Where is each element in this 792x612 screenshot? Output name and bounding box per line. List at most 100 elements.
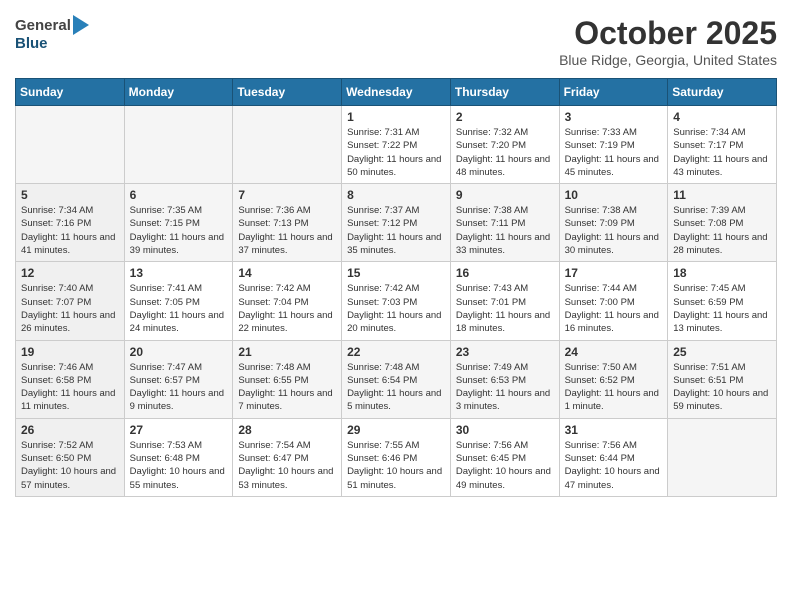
day-info: Sunrise: 7:42 AM Sunset: 7:04 PM Dayligh…	[238, 282, 336, 335]
weekday-header-tuesday: Tuesday	[233, 79, 342, 106]
calendar-cell	[16, 106, 125, 184]
day-info: Sunrise: 7:51 AM Sunset: 6:51 PM Dayligh…	[673, 361, 771, 414]
day-info: Sunrise: 7:33 AM Sunset: 7:19 PM Dayligh…	[565, 126, 663, 179]
day-number: 21	[238, 345, 336, 359]
calendar-week-row: 5 Sunrise: 7:34 AM Sunset: 7:16 PM Daylig…	[16, 184, 777, 262]
logo-blue-text: Blue	[15, 35, 48, 52]
day-info: Sunrise: 7:36 AM Sunset: 7:13 PM Dayligh…	[238, 204, 336, 257]
calendar-cell: 18Sunrise: 7:45 AM Sunset: 6:59 PM Dayli…	[668, 262, 777, 340]
day-info: Sunrise: 7:34 AM Sunset: 7:16 PM Dayligh…	[21, 204, 119, 257]
calendar-cell: 28Sunrise: 7:54 AM Sunset: 6:47 PM Dayli…	[233, 418, 342, 496]
day-info: Sunrise: 7:42 AM Sunset: 7:03 PM Dayligh…	[347, 282, 445, 335]
day-info: Sunrise: 7:44 AM Sunset: 7:00 PM Dayligh…	[565, 282, 663, 335]
page-header: General Blue October 2025 Blue Ridge, Ge…	[15, 15, 777, 68]
calendar-cell: 6 Sunrise: 7:35 AM Sunset: 7:15 PM Daylig…	[124, 184, 233, 262]
day-info: Sunrise: 7:49 AM Sunset: 6:53 PM Dayligh…	[456, 361, 554, 414]
day-number: 31	[565, 423, 663, 437]
weekday-header-monday: Monday	[124, 79, 233, 106]
calendar-cell: 16 Sunrise: 7:43 AM Sunset: 7:01 PM Dayli…	[450, 262, 559, 340]
calendar-cell: 23 Sunrise: 7:49 AM Sunset: 6:53 PM Dayli…	[450, 340, 559, 418]
day-number: 10	[565, 188, 663, 202]
calendar-cell: 4 Sunrise: 7:34 AM Sunset: 7:17 PM Daylig…	[668, 106, 777, 184]
calendar-cell: 14 Sunrise: 7:42 AM Sunset: 7:04 PM Dayli…	[233, 262, 342, 340]
day-number: 13	[130, 266, 228, 280]
weekday-header-row: SundayMondayTuesdayWednesdayThursdayFrid…	[16, 79, 777, 106]
logo-general-text: General	[15, 17, 71, 34]
day-number: 3	[565, 110, 663, 124]
day-info: Sunrise: 7:50 AM Sunset: 6:52 PM Dayligh…	[565, 361, 663, 414]
calendar-cell: 24Sunrise: 7:50 AM Sunset: 6:52 PM Dayli…	[559, 340, 668, 418]
calendar-cell: 1Sunrise: 7:31 AM Sunset: 7:22 PM Daylig…	[342, 106, 451, 184]
day-info: Sunrise: 7:39 AM Sunset: 7:08 PM Dayligh…	[673, 204, 771, 257]
day-number: 9	[456, 188, 554, 202]
calendar-cell: 9 Sunrise: 7:38 AM Sunset: 7:11 PM Daylig…	[450, 184, 559, 262]
day-info: Sunrise: 7:47 AM Sunset: 6:57 PM Dayligh…	[130, 361, 228, 414]
calendar-cell: 29 Sunrise: 7:55 AM Sunset: 6:46 PM Dayli…	[342, 418, 451, 496]
day-number: 22	[347, 345, 445, 359]
day-number: 7	[238, 188, 336, 202]
day-info: Sunrise: 7:34 AM Sunset: 7:17 PM Dayligh…	[673, 126, 771, 179]
day-info: Sunrise: 7:55 AM Sunset: 6:46 PM Dayligh…	[347, 439, 445, 492]
day-number: 23	[456, 345, 554, 359]
day-info: Sunrise: 7:46 AM Sunset: 6:58 PM Dayligh…	[21, 361, 119, 414]
location-text: Blue Ridge, Georgia, United States	[559, 52, 777, 68]
logo-arrow-icon	[73, 15, 89, 35]
day-info: Sunrise: 7:38 AM Sunset: 7:09 PM Dayligh…	[565, 204, 663, 257]
calendar-week-row: 12 Sunrise: 7:40 AM Sunset: 7:07 PM Dayli…	[16, 262, 777, 340]
day-info: Sunrise: 7:48 AM Sunset: 6:55 PM Dayligh…	[238, 361, 336, 414]
day-info: Sunrise: 7:56 AM Sunset: 6:44 PM Dayligh…	[565, 439, 663, 492]
day-number: 17	[565, 266, 663, 280]
calendar-cell: 25 Sunrise: 7:51 AM Sunset: 6:51 PM Dayli…	[668, 340, 777, 418]
logo: General Blue	[15, 15, 89, 53]
day-number: 11	[673, 188, 771, 202]
calendar-cell: 31 Sunrise: 7:56 AM Sunset: 6:44 PM Dayli…	[559, 418, 668, 496]
weekday-header-thursday: Thursday	[450, 79, 559, 106]
day-info: Sunrise: 7:37 AM Sunset: 7:12 PM Dayligh…	[347, 204, 445, 257]
calendar-week-row: 19Sunrise: 7:46 AM Sunset: 6:58 PM Dayli…	[16, 340, 777, 418]
calendar-cell: 10 Sunrise: 7:38 AM Sunset: 7:09 PM Dayli…	[559, 184, 668, 262]
day-number: 14	[238, 266, 336, 280]
calendar-cell: 19Sunrise: 7:46 AM Sunset: 6:58 PM Dayli…	[16, 340, 125, 418]
calendar-cell: 11 Sunrise: 7:39 AM Sunset: 7:08 PM Dayli…	[668, 184, 777, 262]
day-info: Sunrise: 7:43 AM Sunset: 7:01 PM Dayligh…	[456, 282, 554, 335]
calendar-cell: 13 Sunrise: 7:41 AM Sunset: 7:05 PM Dayli…	[124, 262, 233, 340]
day-number: 6	[130, 188, 228, 202]
day-number: 4	[673, 110, 771, 124]
day-number: 5	[21, 188, 119, 202]
day-info: Sunrise: 7:40 AM Sunset: 7:07 PM Dayligh…	[21, 282, 119, 335]
weekday-header-sunday: Sunday	[16, 79, 125, 106]
calendar-cell: 5 Sunrise: 7:34 AM Sunset: 7:16 PM Daylig…	[16, 184, 125, 262]
day-info: Sunrise: 7:35 AM Sunset: 7:15 PM Dayligh…	[130, 204, 228, 257]
day-number: 12	[21, 266, 119, 280]
title-area: October 2025 Blue Ridge, Georgia, United…	[559, 15, 777, 68]
day-number: 1	[347, 110, 445, 124]
calendar-cell: 20 Sunrise: 7:47 AM Sunset: 6:57 PM Dayli…	[124, 340, 233, 418]
day-number: 20	[130, 345, 228, 359]
day-info: Sunrise: 7:38 AM Sunset: 7:11 PM Dayligh…	[456, 204, 554, 257]
day-number: 25	[673, 345, 771, 359]
day-info: Sunrise: 7:48 AM Sunset: 6:54 PM Dayligh…	[347, 361, 445, 414]
calendar-cell: 12 Sunrise: 7:40 AM Sunset: 7:07 PM Dayli…	[16, 262, 125, 340]
calendar-cell	[668, 418, 777, 496]
day-number: 30	[456, 423, 554, 437]
day-number: 29	[347, 423, 445, 437]
calendar-cell: 2 Sunrise: 7:32 AM Sunset: 7:20 PM Daylig…	[450, 106, 559, 184]
day-number: 16	[456, 266, 554, 280]
day-info: Sunrise: 7:56 AM Sunset: 6:45 PM Dayligh…	[456, 439, 554, 492]
day-number: 27	[130, 423, 228, 437]
calendar-week-row: 1Sunrise: 7:31 AM Sunset: 7:22 PM Daylig…	[16, 106, 777, 184]
day-info: Sunrise: 7:54 AM Sunset: 6:47 PM Dayligh…	[238, 439, 336, 492]
day-number: 2	[456, 110, 554, 124]
calendar-cell: 15Sunrise: 7:42 AM Sunset: 7:03 PM Dayli…	[342, 262, 451, 340]
calendar-cell: 8Sunrise: 7:37 AM Sunset: 7:12 PM Daylig…	[342, 184, 451, 262]
calendar-cell: 21 Sunrise: 7:48 AM Sunset: 6:55 PM Dayli…	[233, 340, 342, 418]
weekday-header-wednesday: Wednesday	[342, 79, 451, 106]
month-title: October 2025	[559, 15, 777, 52]
weekday-header-friday: Friday	[559, 79, 668, 106]
day-number: 18	[673, 266, 771, 280]
day-info: Sunrise: 7:41 AM Sunset: 7:05 PM Dayligh…	[130, 282, 228, 335]
day-info: Sunrise: 7:32 AM Sunset: 7:20 PM Dayligh…	[456, 126, 554, 179]
calendar-cell: 26Sunrise: 7:52 AM Sunset: 6:50 PM Dayli…	[16, 418, 125, 496]
day-info: Sunrise: 7:53 AM Sunset: 6:48 PM Dayligh…	[130, 439, 228, 492]
day-number: 26	[21, 423, 119, 437]
